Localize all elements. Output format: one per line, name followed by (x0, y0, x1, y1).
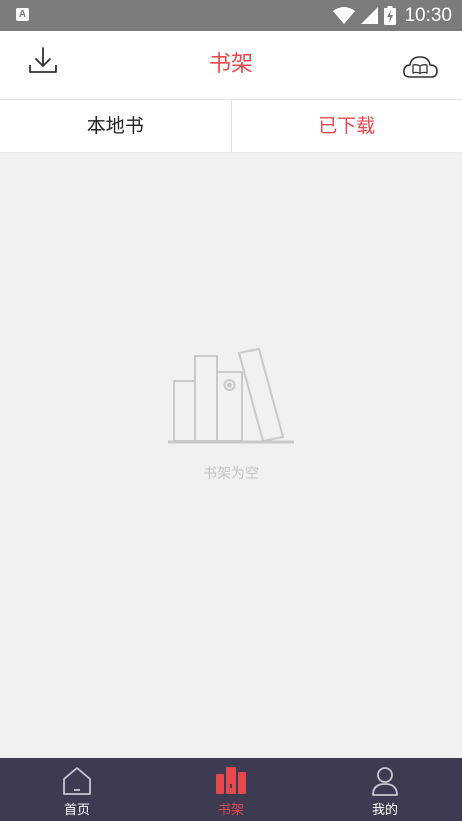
bottom-nav: 首页 书架 我的 (0, 758, 462, 821)
nav-item-bookshelf[interactable]: 书架 (154, 758, 308, 821)
bookshelf-icon (216, 767, 246, 794)
page-title: 书架 (208, 52, 253, 77)
empty-state-text: 书架为空 (203, 466, 259, 482)
nav-label-bookshelf: 书架 (217, 803, 244, 818)
nav-label-home: 首页 (63, 803, 90, 818)
tab-local-books[interactable]: 本地书 (0, 100, 232, 152)
nav-label-mine: 我的 (371, 803, 398, 818)
status-time: 10:30 (404, 4, 452, 26)
cell-signal-icon (361, 7, 379, 24)
status-icons: 10:30 (333, 0, 452, 31)
user-icon (372, 767, 398, 796)
home-icon (63, 767, 91, 795)
download-icon[interactable] (26, 45, 60, 79)
nav-item-mine[interactable]: 我的 (308, 758, 462, 821)
empty-bookshelf-icon (168, 347, 294, 444)
tab-downloaded[interactable]: 已下载 (232, 100, 462, 152)
battery-charging-icon (384, 6, 397, 25)
notification-a-icon: A (16, 8, 29, 21)
status-bar: A 10:30 (0, 0, 462, 31)
nav-item-home[interactable]: 首页 (0, 758, 154, 821)
wifi-icon (333, 7, 356, 24)
tab-bar: 本地书 已下载 (0, 100, 462, 153)
cloud-book-icon[interactable] (402, 53, 438, 81)
header: 书架 (0, 31, 462, 100)
